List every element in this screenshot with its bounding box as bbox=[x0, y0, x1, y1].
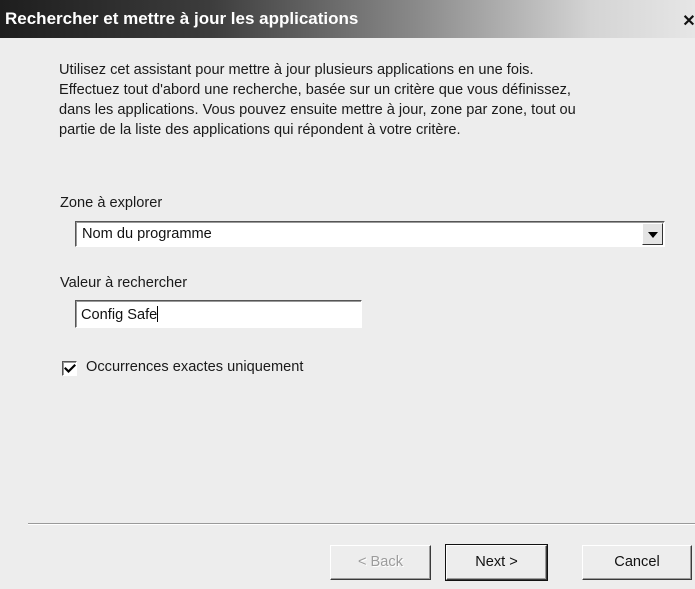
wizard-dialog: Rechercher et mettre à jour les applicat… bbox=[0, 0, 695, 589]
intro-line: Utilisez cet assistant pour mettre à jou… bbox=[59, 62, 534, 78]
search-zone-value: Nom du programme bbox=[82, 226, 212, 242]
title-bar: Rechercher et mettre à jour les applicat… bbox=[0, 0, 695, 38]
intro-line: dans les applications. Vous pouvez ensui… bbox=[59, 102, 576, 118]
back-button[interactable]: < Back bbox=[330, 545, 431, 580]
search-value-text: Config Safe bbox=[81, 307, 158, 323]
intro-line: partie de la liste des applications qui … bbox=[59, 122, 461, 138]
intro-text: Utilisez cet assistant pour mettre à jou… bbox=[59, 60, 659, 140]
search-value-label: Valeur à rechercher bbox=[60, 275, 188, 291]
search-zone-select[interactable]: Nom du programme bbox=[75, 221, 665, 247]
close-icon[interactable]: ✕ bbox=[680, 13, 695, 30]
text-caret bbox=[157, 306, 159, 322]
exact-match-label[interactable]: Occurrences exactes uniquement bbox=[86, 359, 303, 375]
window-title: Rechercher et mettre à jour les applicat… bbox=[5, 9, 359, 28]
button-separator bbox=[28, 523, 695, 525]
cancel-button[interactable]: Cancel bbox=[582, 545, 692, 580]
search-value-input[interactable]: Config Safe bbox=[75, 300, 362, 328]
intro-line: Effectuez tout d'abord une recherche, ba… bbox=[59, 82, 571, 98]
chevron-down-icon[interactable] bbox=[642, 223, 663, 245]
search-zone-label: Zone à explorer bbox=[60, 195, 163, 211]
exact-match-checkbox[interactable] bbox=[62, 361, 77, 376]
checkmark-icon bbox=[64, 363, 76, 374]
next-button[interactable]: Next > bbox=[445, 544, 548, 581]
